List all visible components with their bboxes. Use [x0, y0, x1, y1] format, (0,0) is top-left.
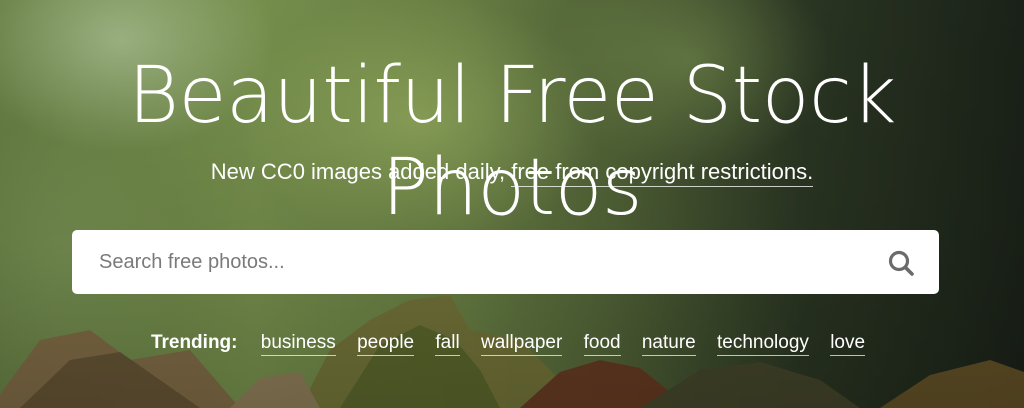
- trending-link-business[interactable]: business: [260, 332, 336, 356]
- trending-label: Trending:: [150, 332, 238, 353]
- license-link[interactable]: free from copyright restrictions.: [511, 159, 814, 187]
- search-bar: [72, 230, 939, 294]
- trending-bar: Trending: business people fall wallpaper…: [0, 330, 1024, 356]
- page-title: Beautiful Free Stock Photos: [127, 51, 897, 233]
- search-input[interactable]: [99, 242, 859, 282]
- trending-link-fall[interactable]: fall: [435, 332, 460, 356]
- hero-subtitle: New CC0 images added daily, free from co…: [0, 157, 1024, 187]
- subtitle-text: New CC0 images added daily,: [210, 159, 506, 184]
- trending-link-technology[interactable]: technology: [717, 332, 809, 356]
- search-button[interactable]: [885, 247, 917, 279]
- trending-link-nature[interactable]: nature: [641, 332, 696, 356]
- search-icon: [888, 250, 914, 276]
- hero-content: Beautiful Free Stock Photos New CC0 imag…: [0, 0, 1024, 408]
- trending-link-love[interactable]: love: [830, 332, 866, 356]
- trending-link-people[interactable]: people: [357, 332, 415, 356]
- trending-link-food[interactable]: food: [583, 332, 621, 356]
- trending-link-wallpaper[interactable]: wallpaper: [480, 332, 563, 356]
